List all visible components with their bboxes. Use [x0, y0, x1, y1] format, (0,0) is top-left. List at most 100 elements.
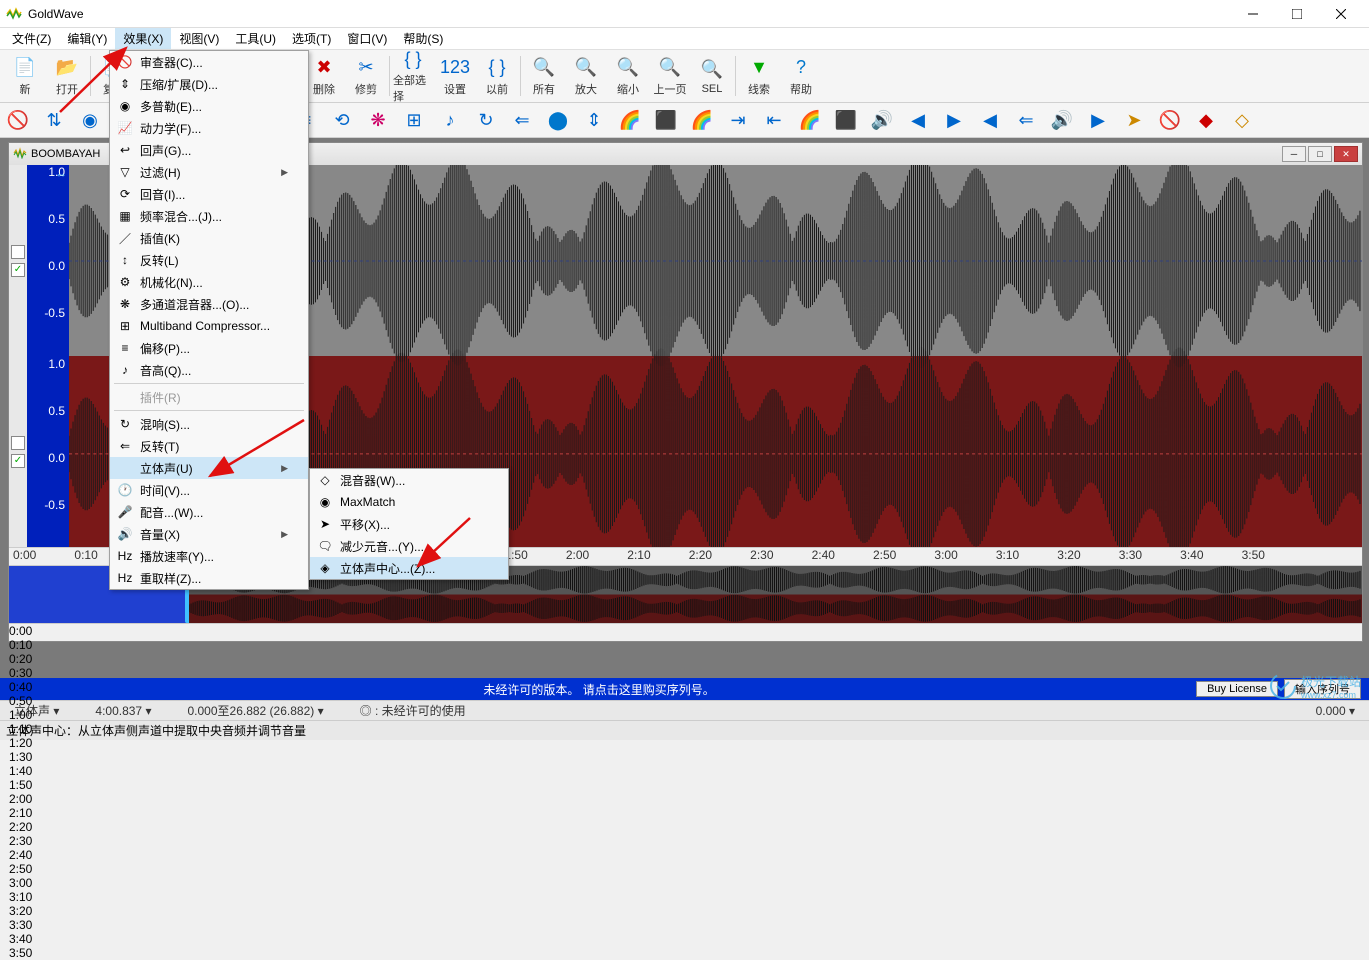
- effect-item-多通道混音器O[interactable]: ❋多通道混音器...(O)...: [110, 293, 308, 315]
- effect-tool-28[interactable]: ⇐: [1012, 106, 1040, 134]
- select-all-button[interactable]: { }全部选择: [393, 53, 433, 99]
- effect-tool-13[interactable]: ↻: [472, 106, 500, 134]
- menu-item-icon: ◉: [314, 495, 336, 509]
- menubar: 文件(Z)编辑(Y)效果(X)视图(V)工具(U)选项(T)窗口(V)帮助(S): [0, 28, 1369, 50]
- effect-tool-1[interactable]: ⇅: [40, 106, 68, 134]
- stereo-item-立体声中心Z[interactable]: ◈立体声中心...(Z)...: [310, 557, 508, 579]
- left-channel-enable[interactable]: ✓: [11, 263, 25, 277]
- effect-item-音量X[interactable]: 🔊音量(X)▶: [110, 523, 308, 545]
- effect-item-动力学F[interactable]: 📈动力学(F)...: [110, 117, 308, 139]
- effect-tool-16[interactable]: ⇕: [580, 106, 608, 134]
- menu-item-icon: ◇: [314, 473, 336, 487]
- new-button[interactable]: 📄新: [5, 53, 45, 99]
- effect-item-回音I[interactable]: ⟳回音(I)...: [110, 183, 308, 205]
- effect-tool-23[interactable]: ⬛: [832, 106, 860, 134]
- effect-tool-26[interactable]: ▶: [940, 106, 968, 134]
- effect-tool-14[interactable]: ⇐: [508, 106, 536, 134]
- prev-page-button[interactable]: 🔍上一页: [650, 53, 690, 99]
- effect-tool-29[interactable]: 🔊: [1048, 106, 1076, 134]
- effect-tool-2[interactable]: ◉: [76, 106, 104, 134]
- delete-button[interactable]: ✖删除: [304, 53, 344, 99]
- effect-item-音高Q[interactable]: ♪音高(Q)...: [110, 359, 308, 381]
- menu-window[interactable]: 窗口(V): [339, 28, 395, 49]
- effect-tool-22[interactable]: 🌈: [796, 106, 824, 134]
- effect-tool-12[interactable]: ♪: [436, 106, 464, 134]
- zoom-in-button[interactable]: 🔍放大: [566, 53, 606, 99]
- effect-item-过滤H[interactable]: ▽过滤(H)▶: [110, 161, 308, 183]
- overview-time-ruler: 0:000:100:200:300:400:501:001:101:201:30…: [9, 623, 1362, 641]
- effect-item-时间V[interactable]: 🕐时间(V)...: [110, 479, 308, 501]
- effect-tool-20[interactable]: ⇥: [724, 106, 752, 134]
- effect-tool-19[interactable]: 🌈: [688, 106, 716, 134]
- minimize-button[interactable]: [1231, 0, 1275, 28]
- effect-tool-34[interactable]: ◇: [1228, 106, 1256, 134]
- menu-file[interactable]: 文件(Z): [4, 28, 59, 49]
- cue-button[interactable]: ▼线索: [739, 53, 779, 99]
- effect-item-配音W[interactable]: 🎤配音...(W)...: [110, 501, 308, 523]
- trim-button[interactable]: ✂修剪: [346, 53, 386, 99]
- effect-tool-18[interactable]: ⬛: [652, 106, 680, 134]
- left-channel-mute[interactable]: [11, 245, 25, 259]
- stereo-item-混音器W[interactable]: ◇混音器(W)...: [310, 469, 508, 491]
- stereo-item-减少元音Y[interactable]: 🗨减少元音...(Y)...: [310, 535, 508, 557]
- effect-item-审查器C[interactable]: 🚫审查器(C)...: [110, 51, 308, 73]
- doc-maximize-button[interactable]: □: [1308, 146, 1332, 162]
- menu-help[interactable]: 帮助(S): [395, 28, 451, 49]
- doc-minimize-button[interactable]: ─: [1282, 146, 1306, 162]
- time-tick: 0:40: [9, 680, 1362, 694]
- effect-item-混响S[interactable]: ↻混响(S)...: [110, 413, 308, 435]
- stereo-item-MaxMatch[interactable]: ◉MaxMatch: [310, 491, 508, 513]
- time-tick: 2:30: [9, 834, 1362, 848]
- help-button[interactable]: ?帮助: [781, 53, 821, 99]
- effect-item-反转T[interactable]: ⇐反转(T): [110, 435, 308, 457]
- effect-tool-9[interactable]: ⟲: [328, 106, 356, 134]
- effect-tool-0[interactable]: 🚫: [4, 106, 32, 134]
- y-label: 0.0: [48, 259, 65, 273]
- effect-tool-10[interactable]: ❋: [364, 106, 392, 134]
- effect-tool-24[interactable]: 🔊: [868, 106, 896, 134]
- menu-options[interactable]: 选项(T): [284, 28, 339, 49]
- right-channel-enable[interactable]: ✓: [11, 454, 25, 468]
- effect-item-反转L[interactable]: ↕反转(L): [110, 249, 308, 271]
- menu-effect[interactable]: 效果(X): [115, 28, 171, 49]
- effect-item-频率混合J[interactable]: ▦频率混合...(J)...: [110, 205, 308, 227]
- effect-tool-15[interactable]: ⬤: [544, 106, 572, 134]
- y-label: -0.5: [44, 306, 65, 320]
- effect-tool-25[interactable]: ◀: [904, 106, 932, 134]
- y-label: 0.0: [48, 451, 65, 465]
- sel-button[interactable]: 🔍SEL: [692, 53, 732, 99]
- effect-tool-21[interactable]: ⇤: [760, 106, 788, 134]
- effect-item-偏移P[interactable]: ≡偏移(P)...: [110, 337, 308, 359]
- time-tick: 0:00: [9, 624, 1362, 638]
- stereo-item-平移X[interactable]: ➤平移(X)...: [310, 513, 508, 535]
- close-button[interactable]: [1319, 0, 1363, 28]
- effect-item-播放速率Y[interactable]: Hz播放速率(Y)...: [110, 545, 308, 567]
- doc-close-button[interactable]: ✕: [1334, 146, 1358, 162]
- menu-item-icon: ／: [114, 230, 136, 247]
- effect-tool-11[interactable]: ⊞: [400, 106, 428, 134]
- effect-tool-30[interactable]: ▶: [1084, 106, 1112, 134]
- right-channel-mute[interactable]: [11, 436, 25, 450]
- maximize-button[interactable]: [1275, 0, 1319, 28]
- previous-button[interactable]: { }以前: [477, 53, 517, 99]
- menu-tools[interactable]: 工具(U): [227, 28, 284, 49]
- effect-tool-31[interactable]: ➤: [1120, 106, 1148, 134]
- effect-tool-27[interactable]: ◀: [976, 106, 1004, 134]
- menu-edit[interactable]: 编辑(Y): [59, 28, 115, 49]
- effect-tool-32[interactable]: 🚫: [1156, 106, 1184, 134]
- effect-item-压缩扩展D[interactable]: ⇕压缩/扩展(D)...: [110, 73, 308, 95]
- effect-item-插值K[interactable]: ／插值(K): [110, 227, 308, 249]
- effect-item-回声G[interactable]: ↩回声(G)...: [110, 139, 308, 161]
- effect-tool-17[interactable]: 🌈: [616, 106, 644, 134]
- zoom-out-button[interactable]: 🔍缩小: [608, 53, 648, 99]
- open-button[interactable]: 📂打开: [47, 53, 87, 99]
- menu-view[interactable]: 视图(V): [171, 28, 227, 49]
- effect-item-立体声U[interactable]: 立体声(U)▶: [110, 457, 308, 479]
- effect-item-机械化N[interactable]: ⚙机械化(N)...: [110, 271, 308, 293]
- effect-item-MultibandCompressor[interactable]: ⊞Multiband Compressor...: [110, 315, 308, 337]
- effect-item-重取样Z[interactable]: Hz重取样(Z)...: [110, 567, 308, 589]
- effect-tool-33[interactable]: ◆: [1192, 106, 1220, 134]
- settings-button[interactable]: 123设置: [435, 53, 475, 99]
- all-button[interactable]: 🔍所有: [524, 53, 564, 99]
- effect-item-多普勒E[interactable]: ◉多普勒(E)...: [110, 95, 308, 117]
